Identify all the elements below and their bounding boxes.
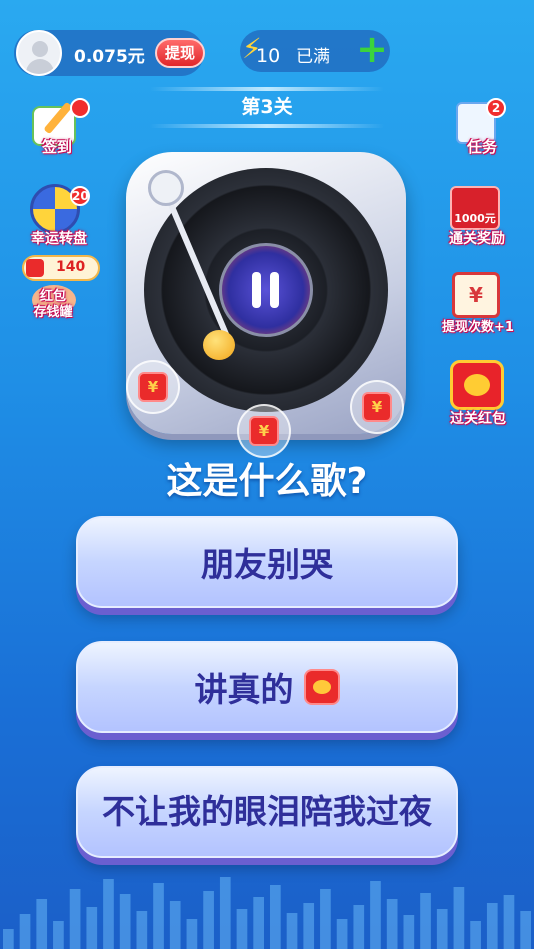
equalizer-bar (236, 909, 248, 949)
add-energy-button[interactable]: + (355, 30, 389, 68)
avatar-body-icon (26, 59, 54, 74)
equalizer-bar (453, 887, 465, 949)
energy-status: 已满 (296, 47, 330, 67)
equalizer-bar (36, 899, 48, 949)
equalizer-bar (119, 894, 131, 949)
withdraw-times-label: 提现次数+1 (442, 320, 514, 335)
equalizer-bar (153, 883, 164, 949)
equalizer-decoration (3, 877, 531, 949)
equalizer-bar (503, 895, 515, 949)
balance-text: 0.075元 (74, 47, 145, 67)
equalizer-bar (520, 911, 531, 949)
wheel-label: 幸运转盘 (31, 231, 87, 247)
answer-label: 不让我的眼泪陪我过夜 (102, 792, 432, 831)
equalizer-bar (203, 891, 214, 949)
task-label: 任务 (466, 138, 497, 156)
redpacket-bubble-right[interactable]: ¥ (350, 380, 404, 434)
equalizer-bar (186, 919, 198, 949)
pause-bar-left-icon (252, 272, 261, 308)
equalizer-bar (336, 919, 348, 949)
piggy-count: 140 (56, 259, 86, 275)
answer-button-3[interactable]: 不让我的眼泪陪我过夜 (76, 766, 458, 858)
lucky-wheel-button[interactable]: 20 幸运转盘 (22, 182, 98, 252)
equalizer-bar (19, 914, 31, 949)
task-badge: 2 (486, 98, 506, 118)
equalizer-bar (136, 911, 148, 949)
task-button[interactable]: 2 任务 (444, 98, 514, 162)
level-packet-button[interactable]: 过关红包 (438, 360, 518, 432)
avatar[interactable] (16, 30, 62, 76)
reward-amount: 1000元 (454, 212, 496, 225)
equalizer-bar (219, 877, 231, 949)
checkin-dot (70, 98, 90, 118)
redpacket-icon: ¥ (138, 372, 168, 402)
equalizer-bar (103, 879, 114, 949)
ticket-icon: ¥ (452, 272, 500, 318)
equalizer-bar (420, 893, 431, 949)
equalizer-bar (86, 907, 98, 949)
level-divider-bottom (150, 124, 384, 128)
equalizer-bar (169, 901, 181, 949)
coin-icon (464, 374, 490, 396)
redpacket-icon (303, 669, 340, 705)
wheel-badge: 20 (70, 186, 90, 206)
redpacket-icon: ¥ (249, 416, 279, 446)
answer-label: 朋友别哭 (201, 545, 333, 584)
piggy-label-1: 红包 (39, 289, 66, 304)
equalizer-bar (436, 909, 448, 949)
answer-button-1[interactable]: 朋友别哭 (76, 516, 458, 608)
equalizer-bar (486, 903, 498, 949)
avatar-head-icon (32, 41, 48, 57)
redpacket-icon: ¥ (362, 392, 392, 422)
checkin-label: 签到 (41, 138, 72, 156)
tonearm-head-icon (203, 330, 235, 360)
equalizer-bar (270, 885, 281, 949)
equalizer-bar (53, 921, 64, 949)
level-divider-top (150, 87, 384, 91)
equalizer-bar (353, 905, 365, 949)
redpacket-bubble-center[interactable]: ¥ (237, 404, 291, 458)
equalizer-bar (286, 913, 298, 949)
pause-button[interactable] (252, 272, 282, 308)
level-reward-button[interactable]: 1000元 通关奖励 (440, 186, 514, 250)
equalizer-bar (386, 899, 398, 949)
answer-button-2[interactable]: 讲真的 (76, 641, 458, 733)
level-packet-label: 过关红包 (450, 411, 506, 427)
energy-count: 10 (256, 45, 281, 67)
piggy-label-2: 存钱罐 (33, 305, 73, 320)
withdraw-times-button[interactable]: ¥ 提现次数+1 (436, 272, 520, 336)
equalizer-bar (403, 915, 415, 949)
equalizer-bar (253, 897, 264, 949)
piggy-bank-button[interactable]: 140 红包 存钱罐 (18, 255, 102, 339)
redpacket-bubble-left[interactable]: ¥ (126, 360, 180, 414)
equalizer-bar (303, 903, 315, 949)
equalizer-bar (320, 889, 331, 949)
checkin-button[interactable]: 签到 (22, 98, 92, 162)
red-packet-icon (26, 259, 44, 277)
equalizer-bar (470, 921, 481, 949)
reward-label: 通关奖励 (449, 231, 505, 247)
withdraw-button[interactable]: 提现 (155, 38, 205, 68)
question-text: 这是什么歌? (166, 461, 368, 502)
equalizer-bar (3, 929, 14, 949)
pause-bar-right-icon (270, 272, 279, 308)
equalizer-bar (370, 881, 381, 949)
answer-label: 讲真的 (194, 670, 294, 709)
equalizer-bar (69, 889, 81, 949)
tonearm-pivot-icon (148, 170, 184, 206)
